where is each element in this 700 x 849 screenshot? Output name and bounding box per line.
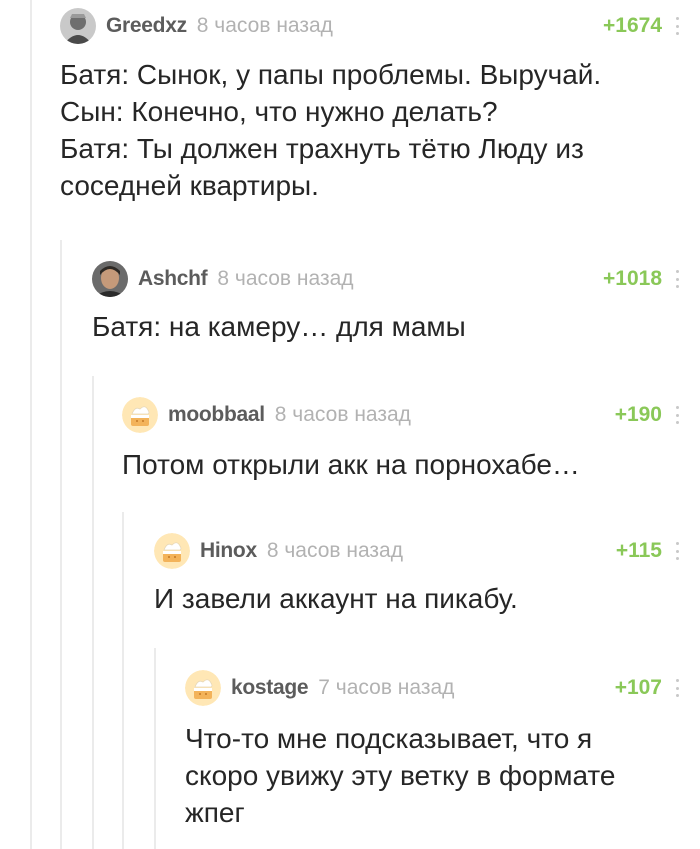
comment: Hinox 8 часов назад +115 И завели аккаун… bbox=[154, 531, 680, 617]
comment-line: скоро увижу эту ветку в формате bbox=[185, 760, 616, 791]
comment: moobbaal 8 часов назад +190 Потом открыл… bbox=[122, 395, 680, 483]
more-options-icon[interactable] bbox=[674, 270, 680, 288]
comment-line: Что-то мне подсказывает, что я bbox=[185, 723, 593, 754]
default-cake-avatar-icon[interactable] bbox=[185, 670, 221, 706]
comment-rating: +1674 bbox=[603, 14, 662, 37]
comment-author[interactable]: kostage bbox=[231, 676, 309, 700]
comment-line: Сын: Конечно, что нужно делать? bbox=[60, 96, 498, 127]
comment-author[interactable]: Hinox bbox=[200, 539, 257, 563]
comment-line: И завели аккаунт на пикабу. bbox=[154, 583, 518, 614]
comment-rating: +115 bbox=[615, 539, 662, 562]
more-options-icon[interactable] bbox=[674, 406, 680, 424]
comment-rating: +1018 bbox=[603, 267, 662, 290]
thread-line bbox=[122, 512, 124, 849]
comment-header: kostage 7 часов назад +107 bbox=[185, 668, 680, 708]
comment-line: Потом открыли акк на порнохабе… bbox=[122, 449, 580, 480]
comment-line: Батя: Сынок, у папы проблемы. Выручай. bbox=[60, 59, 602, 90]
comment-line: соседней квартиры. bbox=[60, 170, 319, 201]
comment: kostage 7 часов назад +107 Что-то мне по… bbox=[185, 668, 680, 831]
default-cake-avatar-icon[interactable] bbox=[122, 397, 158, 433]
comment-body: И завели аккаунт на пикабу. bbox=[154, 580, 680, 617]
comment-header: moobbaal 8 часов назад +190 bbox=[122, 395, 680, 435]
comment-line: Батя: на камеру… для мамы bbox=[92, 311, 466, 342]
default-cake-avatar-icon[interactable] bbox=[154, 533, 190, 569]
comment-author[interactable]: moobbaal bbox=[168, 403, 265, 427]
comment-body: Батя: Сынок, у папы проблемы. Выручай. С… bbox=[60, 56, 680, 204]
comment-line: Батя: Ты должен трахнуть тётю Люду из bbox=[60, 133, 584, 164]
thread-line bbox=[92, 376, 94, 849]
comment: Greedxz 8 часов назад +1674 Батя: Сынок,… bbox=[60, 6, 680, 204]
comment-body: Что-то мне подсказывает, что я скоро уви… bbox=[185, 720, 680, 831]
thread-line bbox=[60, 240, 62, 849]
comment-header: Hinox 8 часов назад +115 bbox=[154, 531, 680, 571]
comment-time[interactable]: 8 часов назад bbox=[275, 403, 411, 427]
comment-time[interactable]: 8 часов назад bbox=[267, 539, 403, 563]
more-options-icon[interactable] bbox=[674, 542, 680, 560]
thread-line bbox=[154, 648, 156, 849]
comment-author[interactable]: Ashchf bbox=[138, 267, 208, 291]
comment-header: Greedxz 8 часов назад +1674 bbox=[60, 6, 680, 46]
comment-line: жпег bbox=[185, 797, 245, 828]
comment-time[interactable]: 8 часов назад bbox=[217, 267, 353, 291]
avatar-photo-icon[interactable] bbox=[92, 261, 128, 297]
comment-body: Потом открыли акк на порнохабе… bbox=[122, 446, 680, 483]
comment-time[interactable]: 8 часов назад bbox=[197, 14, 333, 38]
thread-line bbox=[30, 0, 32, 849]
more-options-icon[interactable] bbox=[674, 679, 680, 697]
avatar-photo-icon[interactable] bbox=[60, 8, 96, 44]
more-options-icon[interactable] bbox=[674, 17, 680, 35]
comment-author[interactable]: Greedxz bbox=[106, 14, 187, 38]
comment-header: Ashchf 8 часов назад +1018 bbox=[92, 259, 680, 299]
comment-rating: +190 bbox=[614, 403, 662, 426]
comment-body: Батя: на камеру… для мамы bbox=[92, 308, 680, 345]
comment-time[interactable]: 7 часов назад bbox=[318, 676, 454, 700]
comment: Ashchf 8 часов назад +1018 Батя: на каме… bbox=[92, 259, 680, 345]
comment-rating: +107 bbox=[614, 676, 662, 699]
